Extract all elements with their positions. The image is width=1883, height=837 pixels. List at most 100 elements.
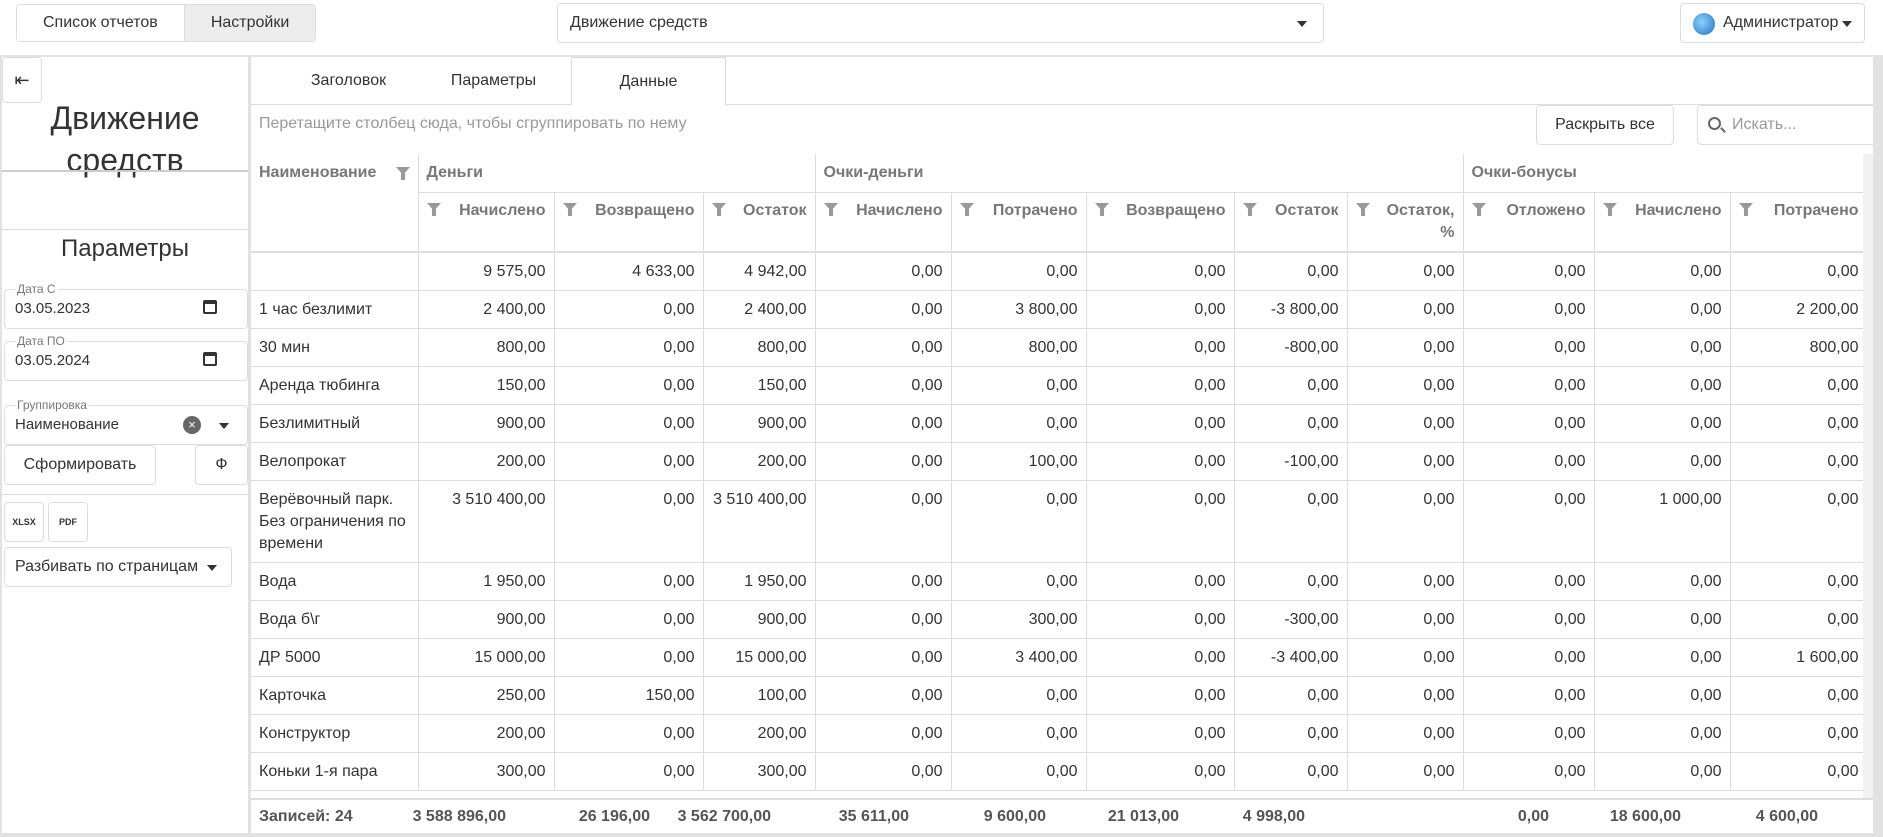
cell-value: 0,00 xyxy=(815,714,952,753)
record-count: Записей: 24 xyxy=(259,808,353,825)
generate-button[interactable]: Сформировать xyxy=(4,445,156,485)
cell-value: 100,00 xyxy=(951,442,1087,481)
cell-value: 0,00 xyxy=(1463,366,1595,405)
table-row[interactable]: Конструктор 200,00 0,00 200,00 0,00 0,00 0,00 0… xyxy=(251,714,1868,753)
report-select[interactable]: Движение средств xyxy=(557,3,1324,43)
filter-icon[interactable] xyxy=(1094,202,1109,216)
cell-value: 0,00 xyxy=(1594,752,1731,791)
cell-value: 0,00 xyxy=(1730,562,1868,601)
cell-value: 900,00 xyxy=(703,600,816,639)
filter-icon[interactable] xyxy=(823,202,838,216)
table-row[interactable]: ДР 5000 15 000,00 0,00 15 000,00 0,00 3 400,0… xyxy=(251,638,1868,677)
cell-value: 0,00 xyxy=(1086,328,1235,367)
cell-name xyxy=(251,252,419,291)
reports-list-button[interactable]: Список отчетов xyxy=(17,5,184,41)
filter-icon[interactable] xyxy=(426,202,441,216)
column-header[interactable]: Начислено xyxy=(815,192,952,253)
cell-value: 0,00 xyxy=(815,752,952,791)
paging-select[interactable]: Разбивать по страницам xyxy=(4,547,232,587)
filter-icon[interactable] xyxy=(959,202,974,216)
export-xlsx-button[interactable]: XLSX xyxy=(4,502,44,542)
column-header[interactable]: Остаток, % xyxy=(1347,192,1464,253)
filter-icon[interactable] xyxy=(711,202,726,216)
column-header[interactable]: Начислено xyxy=(418,192,555,253)
filter-icon[interactable] xyxy=(1738,202,1753,216)
cell-value: 150,00 xyxy=(418,366,555,405)
table-row[interactable]: 1 час безлимит 2 400,00 0,00 2 400,00 0,00 3 … xyxy=(251,290,1868,329)
table-row[interactable]: Карточка 250,00 150,00 100,00 0,00 0,00 0,00 0,… xyxy=(251,676,1868,715)
column-header[interactable]: Возвращено xyxy=(1086,192,1235,253)
table-row[interactable]: Вода б\г 900,00 0,00 900,00 0,00 300,00 0,00 -3… xyxy=(251,600,1868,639)
cell-value: 15 000,00 xyxy=(418,638,555,677)
tab-header[interactable]: Заголовок xyxy=(281,57,416,105)
grouping-select[interactable]: Группировка Наименование × xyxy=(4,398,248,445)
column-header[interactable]: Остаток xyxy=(1234,192,1348,253)
params-title: Параметры xyxy=(61,235,189,262)
cell-value: 800,00 xyxy=(703,328,816,367)
f-button[interactable]: Ф xyxy=(195,445,248,485)
cell-value: 0,00 xyxy=(951,404,1087,443)
column-header[interactable]: Начислено xyxy=(1594,192,1731,253)
table-row[interactable]: Велопрокат 200,00 0,00 200,00 0,00 100,00 0,00… xyxy=(251,442,1868,481)
table-row[interactable]: 30 мин 800,00 0,00 800,00 0,00 800,00 0,00 -800… xyxy=(251,328,1868,367)
report-select-value: Движение средств xyxy=(570,14,708,31)
table-row[interactable]: Коньки 1-я пара 300,00 0,00 300,00 0,00 0,00 0… xyxy=(251,752,1868,791)
tab-data[interactable]: Данные xyxy=(571,57,726,106)
date-to-field[interactable]: Дата ПО 03.05.2024 xyxy=(4,334,248,381)
table-row[interactable]: Верёвочный парк. Без ограничения по врем… xyxy=(251,480,1868,563)
tab-parameters[interactable]: Параметры xyxy=(416,57,571,105)
cell-value: 0,00 xyxy=(1234,366,1348,405)
cell-value: 0,00 xyxy=(1347,366,1464,405)
cell-value: 0,00 xyxy=(1347,714,1464,753)
cell-value: 0,00 xyxy=(1594,442,1731,481)
cell-value: 0,00 xyxy=(1234,480,1348,563)
cell-value: 0,00 xyxy=(1347,252,1464,291)
cell-value: 0,00 xyxy=(815,328,952,367)
filter-icon[interactable] xyxy=(1602,202,1617,216)
cell-value: -3 400,00 xyxy=(1234,638,1348,677)
cell-name: Верёвочный парк. Без ограничения по врем… xyxy=(251,480,419,563)
column-total: 35 611,00 xyxy=(838,808,909,825)
cell-value: 0,00 xyxy=(1463,442,1595,481)
calendar-icon[interactable] xyxy=(203,300,217,314)
cell-value: 0,00 xyxy=(1086,714,1235,753)
cell-name: 1 час безлимит xyxy=(251,290,419,329)
calendar-icon[interactable] xyxy=(203,352,217,366)
chevron-down-icon xyxy=(207,565,217,571)
cell-value: 0,00 xyxy=(1086,404,1235,443)
cell-value: 4 942,00 xyxy=(703,252,816,291)
expand-all-button[interactable]: Раскрыть все xyxy=(1536,105,1674,145)
group-panel-hint[interactable]: Перетащите столбец сюда, чтобы сгруппиро… xyxy=(259,115,687,133)
column-header[interactable]: Остаток xyxy=(703,192,816,253)
column-header[interactable]: Отложено xyxy=(1463,192,1595,253)
column-header-label: Возвращено xyxy=(595,201,695,219)
table-row[interactable]: 9 575,00 4 633,00 4 942,00 0,00 0,00 0,00 0,00… xyxy=(251,252,1868,291)
cell-value: 0,00 xyxy=(554,714,704,753)
filter-icon[interactable] xyxy=(1355,202,1370,216)
settings-button[interactable]: Настройки xyxy=(183,5,316,41)
column-header[interactable]: Потрачено xyxy=(951,192,1087,253)
vertical-scrollbar[interactable] xyxy=(1863,154,1873,798)
filter-icon[interactable] xyxy=(1471,202,1486,216)
avatar-icon xyxy=(1693,13,1715,35)
filter-icon[interactable] xyxy=(395,167,410,180)
cell-value: 0,00 xyxy=(951,676,1087,715)
date-from-field[interactable]: Дата С 03.05.2023 xyxy=(4,282,248,329)
export-pdf-button[interactable]: PDF xyxy=(48,502,88,542)
column-header[interactable]: Возвращено xyxy=(554,192,704,253)
clear-icon[interactable]: × xyxy=(183,416,201,434)
user-menu-button[interactable]: Администратор xyxy=(1680,3,1865,43)
cell-value: 0,00 xyxy=(1234,752,1348,791)
cell-value: 0,00 xyxy=(1463,676,1595,715)
table-row[interactable]: Вода 1 950,00 0,00 1 950,00 0,00 0,00 0,00 0,00… xyxy=(251,562,1868,601)
filter-icon[interactable] xyxy=(1242,202,1257,216)
table-row[interactable]: Аренда тюбинга 150,00 0,00 150,00 0,00 0,00 0,… xyxy=(251,366,1868,405)
column-header[interactable]: Потрачено xyxy=(1730,192,1868,253)
cell-value: 0,00 xyxy=(1594,328,1731,367)
table-row[interactable]: Безлимитный 900,00 0,00 900,00 0,00 0,00 0,00 0… xyxy=(251,404,1868,443)
cell-value: 0,00 xyxy=(1730,752,1868,791)
search-input[interactable]: Искать... xyxy=(1697,105,1873,145)
column-header-name[interactable]: Наименование xyxy=(251,154,419,253)
column-header-label: Потрачено xyxy=(1773,201,1859,219)
filter-icon[interactable] xyxy=(562,202,577,216)
